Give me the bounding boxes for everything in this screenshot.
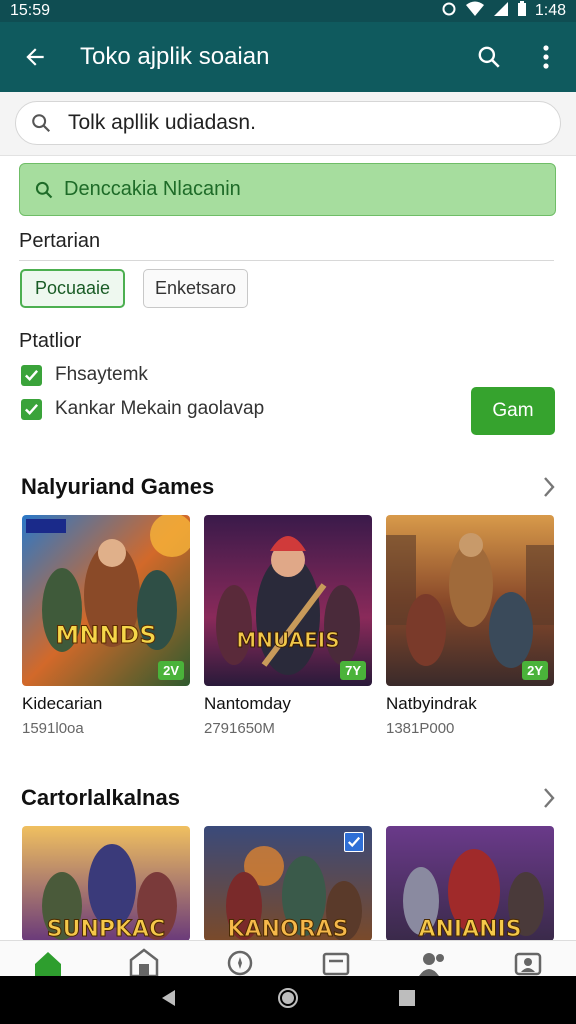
game-name: Nantomday [204, 694, 291, 713]
game-thumbnail[interactable]: KANORAS [204, 826, 372, 941]
platform-option-label: Kankar Mekain gaolavap [55, 398, 265, 419]
bottom-navigation [0, 940, 576, 976]
status-time: 15:59 [10, 2, 51, 19]
platform-option[interactable]: Kankar Mekain gaolavap [21, 398, 264, 420]
more-options-button[interactable] [516, 22, 576, 92]
game-art-title: SUNPKAC [47, 917, 165, 941]
chevron-right-icon [544, 477, 555, 497]
nav-explore[interactable] [210, 942, 270, 976]
status-icons: 1:48 [441, 0, 566, 22]
banner-text: Denccakia Nlacanin [64, 178, 241, 200]
battery-icon [517, 0, 527, 22]
system-navigation-bar [0, 976, 576, 1024]
game-card[interactable]: KANORAS [204, 826, 372, 941]
back-button[interactable] [0, 22, 70, 92]
game-name: Kidecarian [22, 694, 103, 713]
arrow-left-icon [26, 48, 44, 66]
checkmark-icon [344, 832, 364, 852]
filter-chip-selected[interactable]: Pocuaaie [20, 269, 125, 308]
nav-home[interactable] [18, 942, 78, 976]
game-thumbnail[interactable]: MNNDS 2V [22, 515, 190, 686]
game-meta: 1591l0oa [22, 720, 84, 737]
nav-store[interactable] [114, 942, 174, 976]
game-card[interactable]: SUNPKAC [22, 826, 190, 941]
signal-icon [493, 1, 509, 22]
nav-social[interactable] [402, 942, 462, 976]
game-art-title: KANORAS [228, 917, 349, 941]
platform-option-label: Fhsaytemk [55, 364, 148, 385]
search-icon [478, 46, 500, 68]
library-icon [322, 952, 350, 976]
page-title: Toko ajplik soaian [80, 43, 270, 70]
search-input[interactable] [68, 111, 538, 135]
back-triangle-icon[interactable] [159, 988, 179, 1013]
game-meta: 2791650M [204, 720, 275, 737]
game-thumbnail[interactable]: 2Y [386, 515, 554, 686]
section-header[interactable]: Nalyuriand Games [21, 474, 556, 500]
section-title: Nalyuriand Games [21, 474, 215, 499]
search-button[interactable] [462, 22, 516, 92]
game-name: Natbyindrak [386, 694, 477, 713]
search-box[interactable] [15, 101, 561, 145]
people-icon [419, 953, 444, 976]
wifi-icon [465, 1, 485, 22]
store-icon [129, 948, 159, 976]
filter-banner[interactable]: Denccakia Nlacanin [19, 163, 556, 216]
game-art-title: MNNDS [55, 621, 156, 649]
game-art-title: ANIANIS [418, 917, 521, 941]
app-bar: Toko ajplik soaian [0, 22, 576, 92]
platform-label: Ptatlior [19, 330, 82, 352]
search-icon [35, 181, 53, 198]
game-card[interactable]: ANIANIS [386, 826, 554, 941]
rating-badge: 2Y [522, 661, 548, 680]
home-circle-icon[interactable] [277, 987, 299, 1014]
filter-section-label: Pertarian [19, 230, 101, 252]
recents-square-icon[interactable] [397, 988, 417, 1013]
divider [19, 260, 554, 261]
filter-chip[interactable]: Enketsaro [143, 269, 248, 308]
compass-icon [227, 950, 253, 976]
nav-library[interactable] [306, 942, 366, 976]
rating-badge: 2V [158, 661, 184, 680]
more-vert-icon [543, 45, 549, 69]
section-header[interactable]: Cartorlalkalnas [21, 785, 556, 811]
game-thumbnail[interactable]: ANIANIS [386, 826, 554, 941]
chevron-right-icon [544, 788, 555, 808]
game-thumbnail[interactable]: SUNPKAC [22, 826, 190, 941]
status-time-right: 1:48 [534, 2, 566, 19]
sync-icon [441, 1, 457, 22]
game-art-title: MNUAEIS [236, 628, 339, 652]
checkbox-checked-icon[interactable] [21, 398, 42, 420]
status-bar: 15:59 1:48 [0, 0, 576, 22]
platform-option[interactable]: Fhsaytemk [21, 364, 148, 386]
search-icon [32, 114, 51, 133]
account-icon [514, 952, 542, 976]
home-icon [35, 952, 61, 976]
game-card[interactable]: MNNDS 2V Kidecarian 1591l0oa [22, 515, 190, 737]
checkbox-checked-icon[interactable] [21, 364, 42, 386]
game-card[interactable]: MNUAEIS 7Y Nantomday 2791650M [204, 515, 372, 737]
search-area [0, 92, 576, 156]
game-meta: 1381P000 [386, 720, 455, 737]
rating-badge: 7Y [340, 661, 366, 680]
nav-account[interactable] [498, 942, 558, 976]
game-thumbnail[interactable]: MNUAEIS 7Y [204, 515, 372, 686]
section-title: Cartorlalkalnas [21, 785, 180, 810]
game-card[interactable]: 2Y Natbyindrak 1381P000 [386, 515, 554, 737]
game-button[interactable]: Gam [471, 387, 555, 435]
